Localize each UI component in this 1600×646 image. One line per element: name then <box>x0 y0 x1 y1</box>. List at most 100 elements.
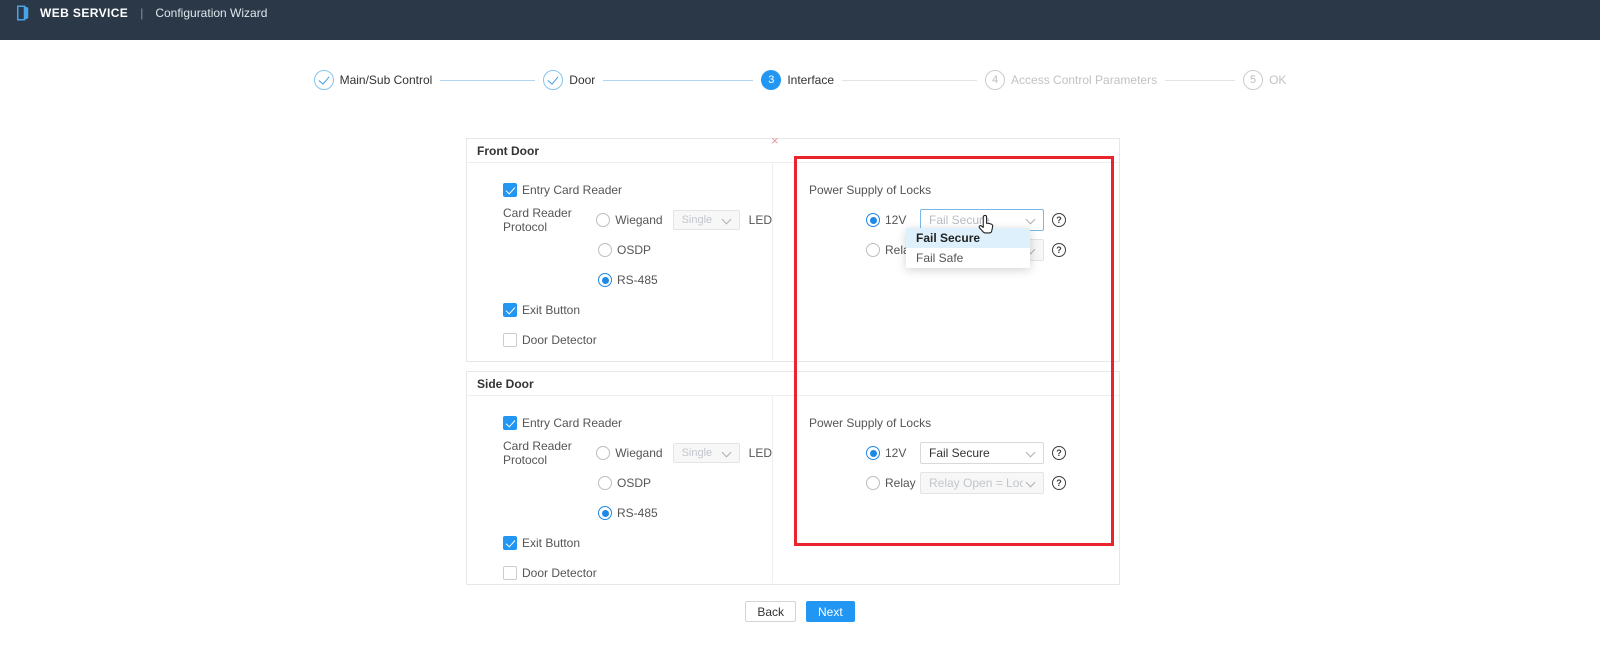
menu-option-fail-secure[interactable]: Fail Secure <box>906 228 1030 248</box>
sd-wiegand-radio[interactable] <box>596 446 610 460</box>
sd-12v-radio[interactable] <box>866 446 880 460</box>
check-icon <box>318 73 329 85</box>
app-logo-icon <box>14 4 32 22</box>
panel-title: Front Door <box>467 139 1119 163</box>
rs485-row: RS-485 <box>503 265 772 295</box>
fd-rs485-radio[interactable] <box>598 273 612 287</box>
wiegand-mode-value: Single <box>682 214 713 226</box>
step-ok: 5 OK <box>1243 70 1286 90</box>
osdp-label: OSDP <box>617 476 651 490</box>
sd-exit-button-checkbox[interactable] <box>503 536 517 550</box>
side-door-reader-settings: Entry Card Reader Card Reader Protocol W… <box>467 396 773 583</box>
door-detector-row: Door Detector <box>503 558 772 588</box>
wiegand-mode-value: Single <box>682 447 713 459</box>
sd-12v-row: 12V Fail Secure ? <box>809 438 1119 468</box>
fd-door-detector-checkbox[interactable] <box>503 333 517 347</box>
panel-title: Side Door <box>467 372 1119 396</box>
fd-wiegand-mode-dropdown[interactable]: Single <box>673 210 740 230</box>
door-detector-row: Door Detector <box>503 325 772 355</box>
osdp-row: OSDP <box>503 235 772 265</box>
back-button[interactable]: Back <box>745 601 796 622</box>
card-reader-protocol-row: Card Reader Protocol Wiegand Single LED <box>503 205 772 235</box>
step-door: Door <box>543 70 595 90</box>
osdp-row: OSDP <box>503 468 772 498</box>
exit-button-label: Exit Button <box>522 536 580 550</box>
12v-label: 12V <box>885 446 911 460</box>
sd-wiegand-mode-dropdown[interactable]: Single <box>673 443 740 463</box>
chevron-down-icon <box>1027 479 1035 487</box>
lock-mode-value: Fail Secure <box>929 213 990 227</box>
step-interface: 3 Interface <box>761 70 834 90</box>
front-door-reader-settings: Entry Card Reader Card Reader Protocol W… <box>467 163 773 360</box>
entry-card-reader-row: Entry Card Reader <box>503 175 772 205</box>
step-connector <box>440 80 535 81</box>
menu-option-fail-safe[interactable]: Fail Safe <box>906 248 1030 268</box>
chevron-down-icon <box>1027 216 1035 224</box>
exit-button-row: Exit Button <box>503 295 772 325</box>
help-icon[interactable]: ? <box>1052 446 1066 460</box>
entry-card-reader-label: Entry Card Reader <box>522 416 622 430</box>
check-icon <box>548 73 559 85</box>
step-check-circle <box>543 70 563 90</box>
step-check-circle <box>314 70 334 90</box>
step-label: Interface <box>787 73 834 87</box>
step-access-control-parameters: 4 Access Control Parameters <box>985 70 1157 90</box>
wiegand-label: Wiegand <box>615 446 662 460</box>
12v-label: 12V <box>885 213 911 227</box>
power-supply-title: Power Supply of Locks <box>809 175 1119 205</box>
osdp-label: OSDP <box>617 243 651 257</box>
chevron-down-icon <box>723 216 731 224</box>
exit-button-label: Exit Button <box>522 303 580 317</box>
help-icon[interactable]: ? <box>1052 213 1066 227</box>
step-label: Main/Sub Control <box>340 73 433 87</box>
rs485-row: RS-485 <box>503 498 772 528</box>
fd-relay-radio[interactable] <box>866 243 880 257</box>
exit-button-row: Exit Button <box>503 528 772 558</box>
door-detector-label: Door Detector <box>522 333 597 347</box>
power-supply-title: Power Supply of Locks <box>809 408 1119 438</box>
chevron-down-icon <box>723 449 731 457</box>
step-number-circle: 5 <box>1243 70 1263 90</box>
sd-relay-mode-dropdown[interactable]: Relay Open = Locked <box>920 472 1044 494</box>
entry-card-reader-row: Entry Card Reader <box>503 408 772 438</box>
navbar: WEB SERVICE | Configuration Wizard <box>0 0 1600 40</box>
nav-item-configuration-wizard[interactable]: Configuration Wizard <box>155 6 267 20</box>
fd-12v-radio[interactable] <box>866 213 880 227</box>
sd-lock-mode-dropdown[interactable]: Fail Secure <box>920 442 1044 464</box>
sd-door-detector-checkbox[interactable] <box>503 566 517 580</box>
step-number-circle: 3 <box>761 70 781 90</box>
lock-mode-dropdown-menu: Fail Secure Fail Safe <box>906 228 1030 268</box>
side-door-panel: Side Door Entry Card Reader Card Reader … <box>466 371 1120 585</box>
step-label: Door <box>569 73 595 87</box>
fd-entry-card-reader-checkbox[interactable] <box>503 183 517 197</box>
fd-wiegand-radio[interactable] <box>596 213 610 227</box>
card-reader-protocol-label: Card Reader Protocol <box>503 206 596 234</box>
wizard-footer: Back Next <box>0 601 1600 622</box>
fd-exit-button-checkbox[interactable] <box>503 303 517 317</box>
lock-mode-value: Fail Secure <box>929 446 990 460</box>
rs485-label: RS-485 <box>617 506 658 520</box>
help-icon[interactable]: ? <box>1052 476 1066 490</box>
wiegand-label: Wiegand <box>615 213 662 227</box>
fd-osdp-radio[interactable] <box>598 243 612 257</box>
brand-title: WEB SERVICE <box>40 6 128 20</box>
sd-osdp-radio[interactable] <box>598 476 612 490</box>
wizard-stepper: Main/Sub Control Door 3 Interface 4 Acce… <box>0 70 1600 90</box>
sd-relay-radio[interactable] <box>866 476 880 490</box>
next-button[interactable]: Next <box>806 601 855 622</box>
sd-relay-row: Relay Relay Open = Locked ? <box>809 468 1119 498</box>
step-label: OK <box>1269 73 1286 87</box>
help-icon[interactable]: ? <box>1052 243 1066 257</box>
chevron-down-icon <box>1027 449 1035 457</box>
step-connector <box>842 80 977 81</box>
led-label: LED <box>749 213 772 227</box>
relay-label: Relay <box>885 476 911 490</box>
step-main-sub-control: Main/Sub Control <box>314 70 433 90</box>
step-number-circle: 4 <box>985 70 1005 90</box>
sd-rs485-radio[interactable] <box>598 506 612 520</box>
step-connector <box>1165 80 1235 81</box>
card-reader-protocol-label: Card Reader Protocol <box>503 439 596 467</box>
sd-entry-card-reader-checkbox[interactable] <box>503 416 517 430</box>
card-reader-protocol-row: Card Reader Protocol Wiegand Single LED <box>503 438 772 468</box>
side-door-power-supply: Power Supply of Locks 12V Fail Secure ? … <box>773 396 1119 583</box>
